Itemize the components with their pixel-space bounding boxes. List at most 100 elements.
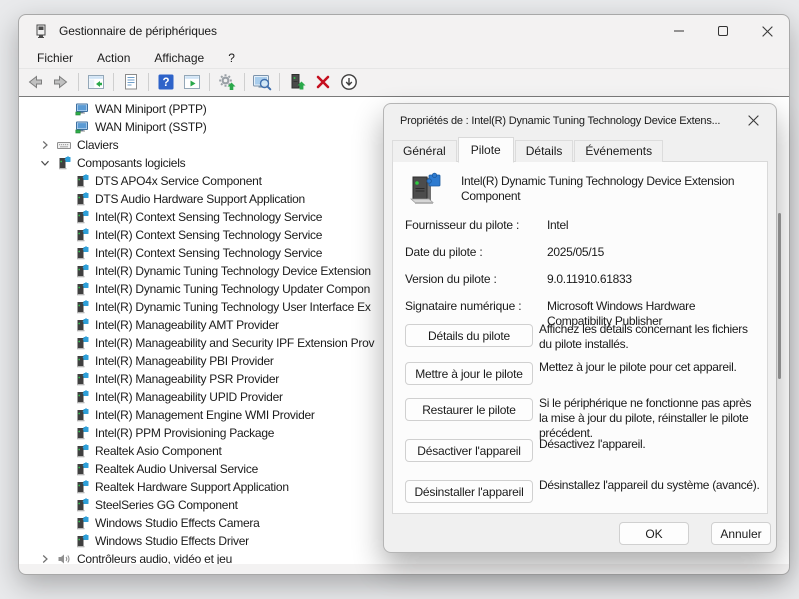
action-row: Détails du pilote Affichez les détails co…	[405, 322, 761, 364]
software-component-icon	[75, 462, 89, 476]
window-title: Gestionnaire de périphériques	[59, 24, 217, 38]
forward-button[interactable]	[48, 70, 74, 94]
action-description: Mettez à jour le pilote pour cet apparei…	[539, 360, 761, 375]
tab-pilote[interactable]: Pilote	[458, 137, 514, 163]
software-component-icon	[75, 516, 89, 530]
disable-device-icon	[339, 72, 359, 92]
software-component-icon	[75, 210, 89, 224]
enable-device-button[interactable]	[284, 70, 310, 94]
tree-item-label: Composants logiciels	[77, 156, 185, 170]
help-button[interactable]: ?	[153, 70, 179, 94]
cancel-button[interactable]: Annuler	[711, 522, 771, 545]
chevron-right-icon[interactable]	[40, 554, 50, 564]
action-pane-icon	[182, 72, 202, 92]
toolbar-separator	[244, 73, 245, 91]
software-component-icon	[75, 174, 89, 188]
software-component-icon	[75, 408, 89, 422]
software-component-icon	[75, 282, 89, 296]
dialog-title: Propriétés de : Intel(R) Dynamic Tuning …	[400, 115, 736, 127]
minimize-button[interactable]	[657, 15, 701, 47]
tree-item-label: Intel(R) Dynamic Tuning Technology User …	[95, 300, 371, 314]
tab-evenements[interactable]: Événements	[574, 140, 663, 162]
action-description: Affichez les détails concernant les fich…	[539, 322, 761, 352]
enable-device-icon	[287, 72, 307, 92]
uninstall-device-icon	[313, 72, 333, 92]
rollback-driver-button[interactable]: Restaurer le pilote	[405, 398, 533, 421]
toolbar-separator	[209, 73, 210, 91]
tree-item-label: Intel(R) Manageability and Security IPF …	[95, 336, 374, 350]
menu-item[interactable]: ?	[224, 49, 239, 67]
tree-item-label: Intel(R) Context Sensing Technology Serv…	[95, 210, 322, 224]
action-pane-button[interactable]	[179, 70, 205, 94]
menu-item[interactable]: Affichage	[150, 49, 208, 67]
software-component-icon	[75, 264, 89, 278]
tree-item-label: Contrôleurs audio, vidéo et jeu	[77, 552, 232, 564]
tree-item-label: WAN Miniport (PPTP)	[95, 102, 206, 116]
software-component-icon	[75, 192, 89, 206]
tree-item-label: SteelSeries GG Component	[95, 498, 238, 512]
software-component-icon	[75, 372, 89, 386]
properties-dialog: Propriétés de : Intel(R) Dynamic Tuning …	[383, 103, 777, 553]
tree-item-label: DTS Audio Hardware Support Application	[95, 192, 305, 206]
tree-scrollbar-thumb[interactable]	[778, 213, 781, 379]
tree-item-label: Intel(R) Context Sensing Technology Serv…	[95, 246, 322, 260]
tree-item-label: Windows Studio Effects Driver	[95, 534, 249, 548]
menu-item[interactable]: Fichier	[33, 49, 77, 67]
software-component-icon	[75, 300, 89, 314]
software-component-icon	[75, 228, 89, 242]
chevron-down-icon[interactable]	[40, 158, 50, 168]
tree-item-label: Intel(R) PPM Provisioning Package	[95, 426, 274, 440]
show-console-tree-icon	[86, 72, 106, 92]
menu-item[interactable]: Action	[93, 49, 134, 67]
desktop: Gestionnaire de périphériques Fichier Act…	[0, 0, 799, 599]
svg-text:?: ?	[162, 77, 169, 89]
close-button[interactable]	[745, 15, 789, 47]
back-button[interactable]	[22, 70, 48, 94]
tree-item-label: Claviers	[77, 138, 118, 152]
toolbar-separator	[113, 73, 114, 91]
software-component-icon	[75, 354, 89, 368]
tree-item-label: Intel(R) Manageability UPID Provider	[95, 390, 283, 404]
tree-item-label: Realtek Audio Universal Service	[95, 462, 258, 476]
tab-general[interactable]: Général	[392, 140, 457, 162]
software-component-icon	[57, 156, 71, 170]
window-controls	[657, 15, 789, 47]
driver-actions: Détails du pilote Affichez les détails co…	[405, 162, 761, 513]
dialog-close-button[interactable]	[744, 112, 762, 130]
help-icon: ?	[156, 72, 176, 92]
update-driver-button[interactable]: Mettre à jour le pilote	[405, 362, 533, 385]
action-description: Désactivez l'appareil.	[539, 437, 761, 452]
dialog-title-bar: Propriétés de : Intel(R) Dynamic Tuning …	[384, 104, 776, 137]
tree-item-label: Realtek Hardware Support Application	[95, 480, 289, 494]
tab-details[interactable]: Détails	[515, 140, 574, 162]
properties-icon	[121, 72, 141, 92]
disable-device-button[interactable]: Désactiver l'appareil	[405, 439, 533, 462]
action-description: Désinstallez l'appareil du système (avan…	[539, 478, 761, 493]
disable-device-button[interactable]	[336, 70, 362, 94]
driver-details-button[interactable]: Détails du pilote	[405, 324, 533, 347]
keyboard-icon	[57, 138, 71, 152]
show-console-tree-button[interactable]	[83, 70, 109, 94]
toolbar-separator	[279, 73, 280, 91]
scan-hardware-button[interactable]	[249, 70, 275, 94]
software-component-icon	[75, 336, 89, 350]
chevron-right-icon[interactable]	[40, 140, 50, 150]
tree-item-label: Intel(R) Manageability PBI Provider	[95, 354, 274, 368]
uninstall-device-button[interactable]: Désinstaller l'appareil	[405, 480, 533, 503]
update-driver-icon	[217, 72, 237, 92]
ok-button[interactable]: OK	[619, 522, 689, 545]
software-component-icon	[75, 534, 89, 548]
maximize-button[interactable]	[701, 15, 745, 47]
pilote-tab-page: Intel(R) Dynamic Tuning Technology Devic…	[392, 161, 768, 514]
software-component-icon	[75, 444, 89, 458]
action-row: Désactiver l'appareil Désactivez l'appare…	[405, 437, 761, 479]
properties-button[interactable]	[118, 70, 144, 94]
toolbar-separator	[148, 73, 149, 91]
update-driver-button[interactable]	[214, 70, 240, 94]
speaker-icon	[57, 552, 71, 564]
action-row: Restaurer le piloteSi le périphérique ne…	[405, 396, 761, 438]
tree-item-label: Intel(R) Management Engine WMI Provider	[95, 408, 315, 422]
software-component-icon	[75, 246, 89, 260]
dialog-tabs: GénéralPiloteDétailsÉvénements	[392, 138, 664, 162]
uninstall-device-button[interactable]	[310, 70, 336, 94]
